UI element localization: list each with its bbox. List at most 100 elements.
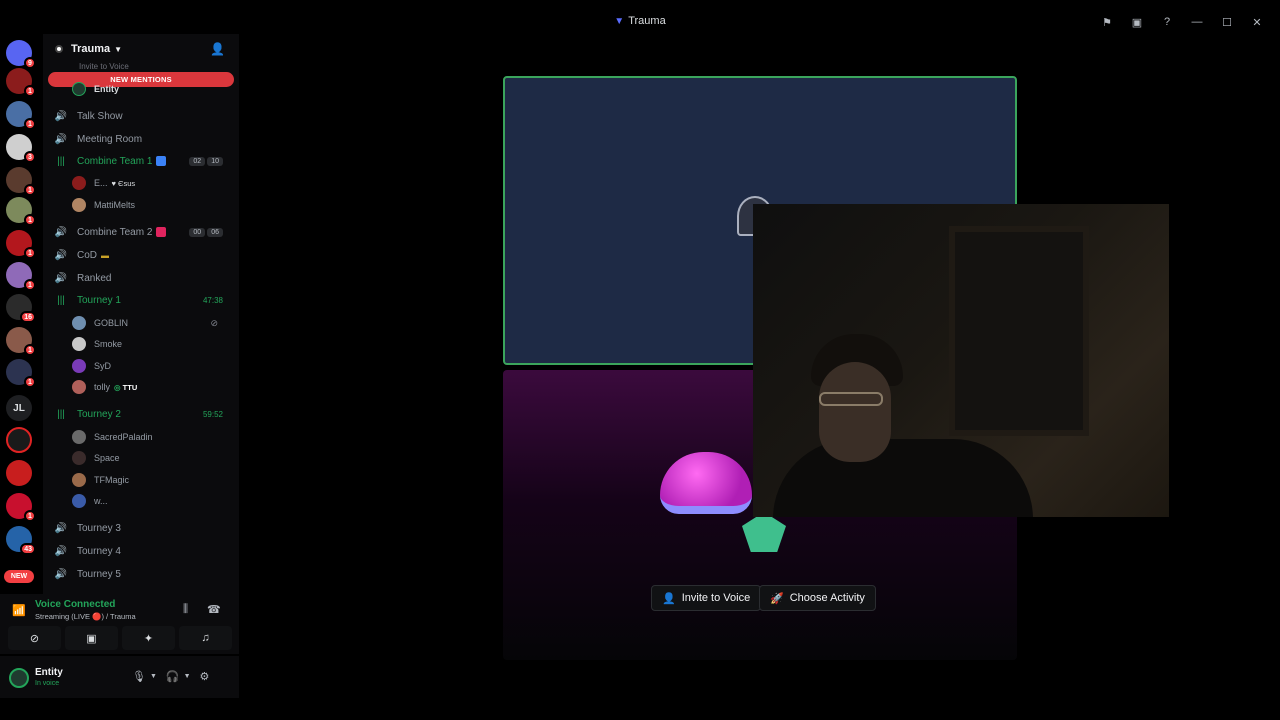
minimize-button[interactable]: —: [1182, 14, 1212, 30]
server-avatar: [6, 427, 32, 453]
live-audio-icon: |||: [57, 155, 65, 167]
voice-member[interactable]: E... ♥ Єsus: [72, 174, 232, 192]
server-icon-jl[interactable]: JL: [6, 395, 32, 421]
server-icon[interactable]: 1: [6, 262, 36, 291]
activities-button[interactable]: ✦: [122, 626, 175, 650]
speaker-icon: 🔊: [54, 249, 68, 261]
avatar: [72, 359, 86, 373]
background-door: [949, 226, 1089, 436]
invite-to-voice-button[interactable]: 👤 Invite to Voice: [651, 585, 762, 611]
close-button[interactable]: ✕: [1242, 14, 1272, 30]
disconnect-icon[interactable]: ☎: [207, 603, 221, 616]
invite-to-voice-link[interactable]: Invite to Voice: [79, 62, 129, 71]
channel-tourney-2[interactable]: ||| Tourney 2 59:52: [49, 404, 233, 424]
voice-timer: 47:38: [202, 295, 223, 305]
server-icon[interactable]: 1: [6, 167, 36, 196]
voice-member[interactable]: SyD: [72, 357, 232, 375]
channel-talk-show[interactable]: 🔊 Talk Show: [49, 106, 233, 126]
team-color-square: [156, 156, 167, 166]
user-panel: Entity In voice 🎙 ▼ 🎧 ▼ ⚙: [0, 656, 239, 698]
channel-sidebar: Trauma ▼ 👤 Invite to Voice NEW MENTIONS …: [43, 34, 239, 594]
speaker-icon: 🔊: [54, 110, 68, 122]
channel-tourney-1[interactable]: ||| Tourney 1 47:38: [49, 290, 233, 310]
server-icon[interactable]: 1: [6, 230, 36, 259]
user-status: In voice: [35, 680, 60, 687]
channel-tourney-4[interactable]: 🔊 Tourney 4: [49, 541, 233, 561]
voice-member[interactable]: Smoke: [72, 335, 232, 353]
speaker-icon: 🔊: [54, 545, 68, 557]
invite-label: Invite to Voice: [681, 592, 751, 604]
member-tag: ♥ Єsus: [111, 178, 136, 188]
guild-dot-icon: [55, 45, 63, 53]
headphones-icon[interactable]: 🎧: [166, 670, 180, 683]
avatar: [72, 316, 86, 330]
team-color-square: [156, 227, 167, 237]
add-user-icon[interactable]: 👤: [210, 42, 225, 56]
voice-member[interactable]: tolly ◎ TTU: [72, 378, 232, 396]
help-icon[interactable]: ?: [1152, 14, 1182, 30]
server-icon[interactable]: 1: [6, 68, 36, 97]
user-count-pill: 02: [189, 156, 206, 166]
server-avatar: [6, 460, 32, 486]
voice-member[interactable]: SacredPaladin: [72, 428, 232, 446]
server-badge: 1: [24, 85, 36, 97]
voice-member[interactable]: TFMagic: [72, 471, 232, 489]
channel-meeting-room[interactable]: 🔊 Meeting Room: [49, 129, 233, 149]
server-icon[interactable]: 1: [6, 493, 36, 522]
channel-tourney-3[interactable]: 🔊 Tourney 3: [49, 518, 233, 538]
server-icon[interactable]: [6, 427, 32, 453]
server-badge: 3: [24, 151, 36, 163]
title-bar: ▼ Trauma ⚑ ▣ ? — ☐ ✕: [0, 12, 1280, 32]
server-icon[interactable]: 16: [6, 294, 36, 323]
server-initials: JL: [6, 395, 32, 421]
server-icon[interactable]: [6, 460, 32, 486]
maximize-button[interactable]: ☐: [1212, 14, 1242, 30]
channel-name: Combine Team 1: [77, 155, 153, 167]
avatar[interactable]: [9, 668, 29, 688]
channel-tourney-5[interactable]: 🔊 Tourney 5: [49, 564, 233, 584]
flag-icon[interactable]: ⚑: [1092, 14, 1122, 30]
voice-member[interactable]: MattiMelts: [72, 196, 232, 214]
server-badge: 1: [24, 247, 36, 259]
channel-combine-team-1[interactable]: ||| Combine Team 1 02 10: [49, 151, 233, 171]
camera-off-button[interactable]: ⊘: [8, 626, 61, 650]
voice-member-entity[interactable]: Entity: [72, 80, 232, 98]
server-icon[interactable]: 1: [6, 101, 36, 130]
voice-member[interactable]: GOBLIN ⊘: [72, 314, 232, 332]
server-icon[interactable]: 1: [6, 327, 36, 356]
member-name: tolly: [94, 382, 111, 392]
person-glasses: [819, 392, 883, 406]
inbox-icon[interactable]: ▣: [1122, 14, 1152, 30]
voice-member[interactable]: w...: [72, 492, 232, 510]
guild-name: Trauma: [71, 43, 111, 55]
server-icon[interactable]: 1: [6, 197, 36, 226]
chevron-down-icon[interactable]: ▼: [184, 673, 191, 680]
avatar: [72, 198, 86, 212]
speaker-icon: 🔊: [54, 133, 68, 145]
voice-member[interactable]: Space: [72, 449, 232, 467]
screen-share-button[interactable]: ▣: [65, 626, 118, 650]
guild-header[interactable]: Trauma ▼ 👤: [43, 38, 239, 60]
channel-ranked[interactable]: 🔊 Ranked: [49, 268, 233, 288]
choose-activity-button[interactable]: 🚀 Choose Activity: [759, 585, 876, 611]
channel-combine-team-2[interactable]: 🔊 Combine Team 2 00 06: [49, 222, 233, 242]
server-icon[interactable]: 1: [6, 359, 36, 388]
server-icon[interactable]: 43: [6, 526, 36, 555]
new-servers-pill[interactable]: NEW: [4, 570, 34, 583]
gear-icon[interactable]: ⚙: [200, 670, 210, 683]
channel-cod[interactable]: 🔊 CoD ▬: [49, 245, 233, 265]
username[interactable]: Entity: [35, 667, 63, 678]
microphone-icon[interactable]: 🎙: [132, 670, 146, 683]
avatar: [72, 473, 86, 487]
chevron-down-icon[interactable]: ▼: [150, 673, 157, 680]
live-audio-icon: |||: [57, 294, 65, 306]
signal-icon[interactable]: 📶: [12, 604, 26, 617]
home-button[interactable]: 9: [6, 40, 36, 69]
server-icon[interactable]: 3: [6, 134, 36, 163]
soundboard-button[interactable]: ♫: [179, 626, 232, 650]
noise-suppression-icon[interactable]: ⫼: [183, 603, 188, 616]
voice-status[interactable]: Voice Connected: [35, 599, 115, 610]
activity-label: Choose Activity: [789, 592, 865, 604]
channel-name: Meeting Room: [77, 133, 143, 145]
channel-name: CoD: [77, 249, 98, 261]
